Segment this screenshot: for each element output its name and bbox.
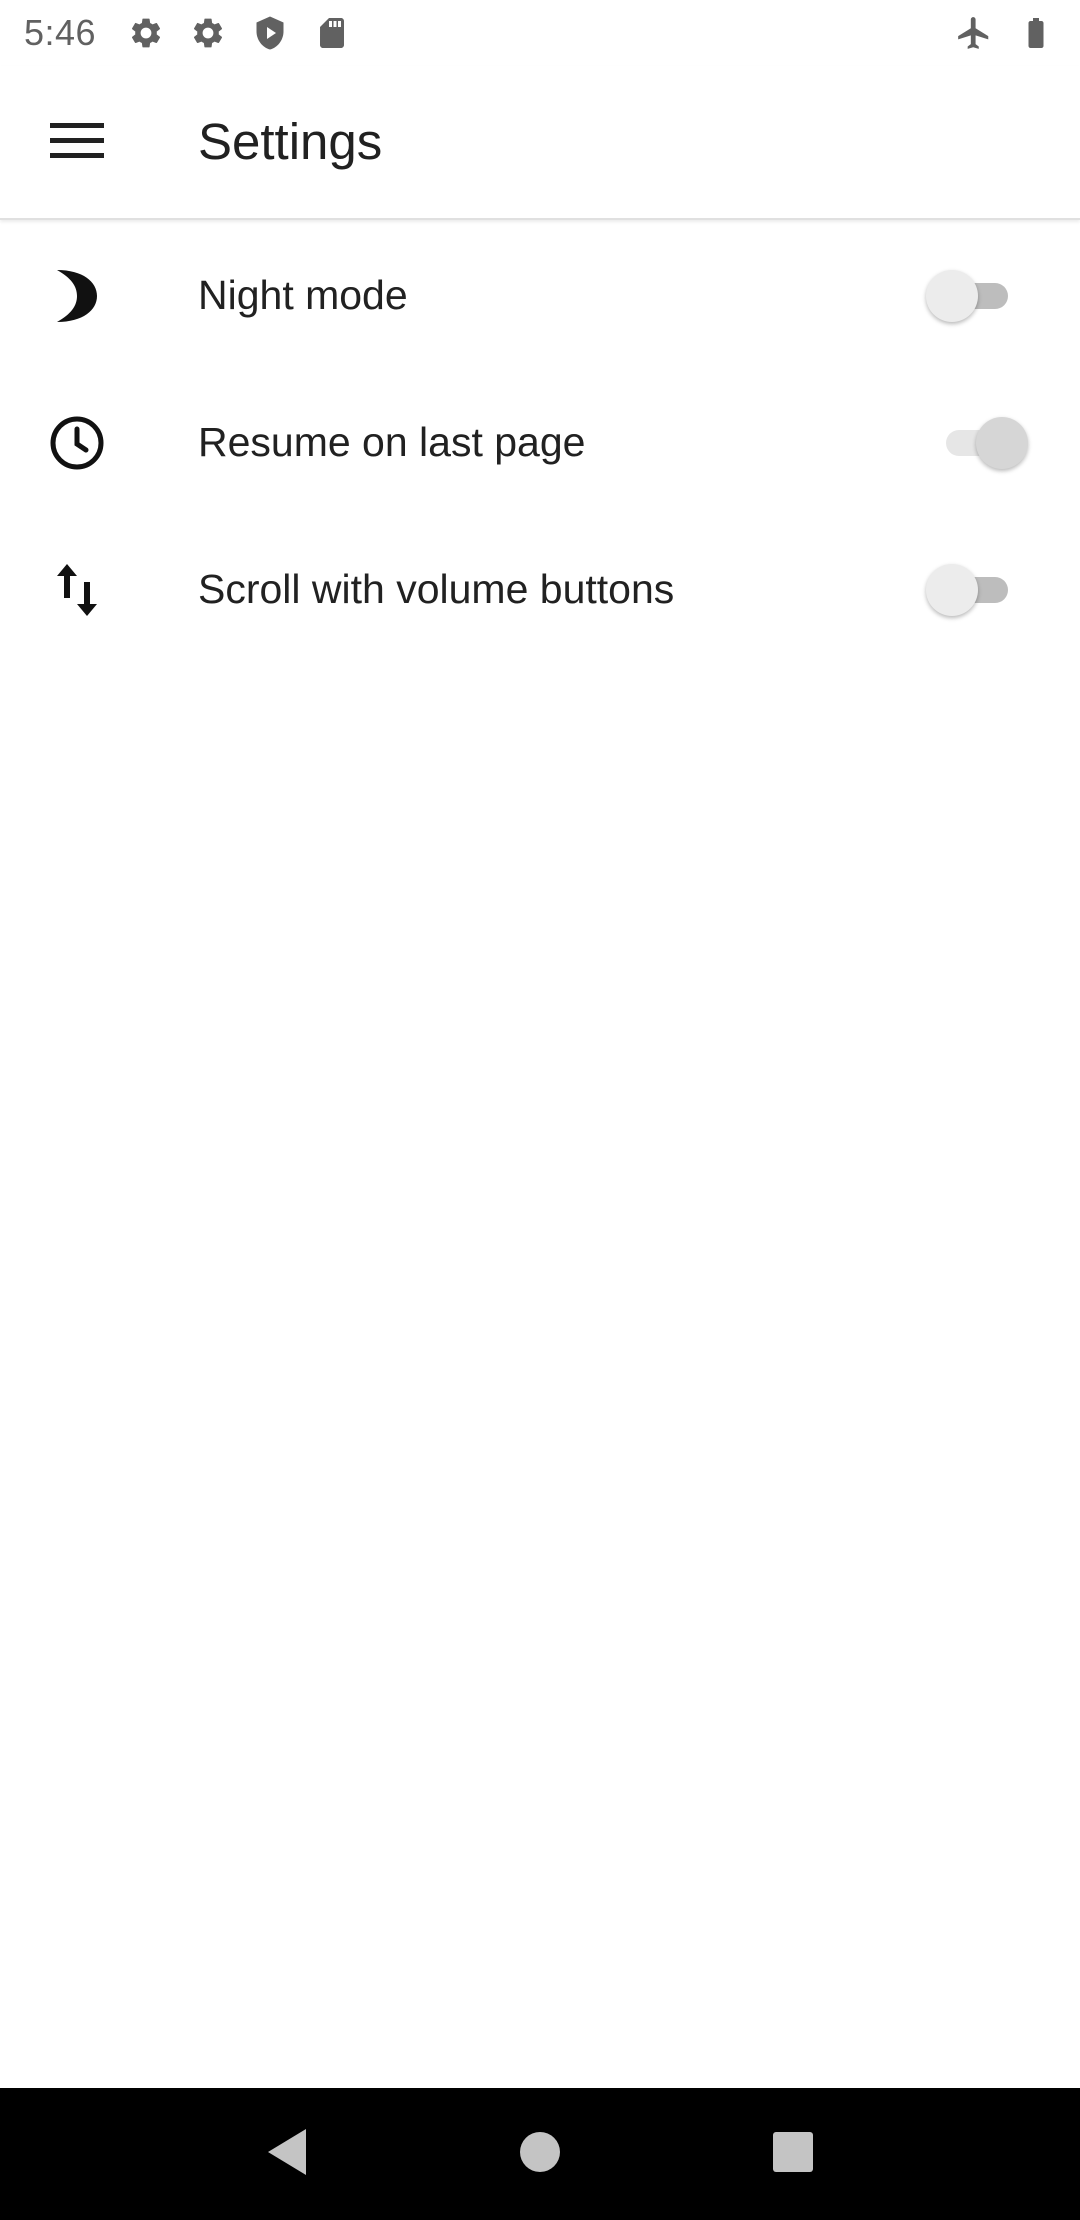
clock-icon [40,406,114,480]
status-bar: 5:46 [0,0,1080,66]
switch-thumb [976,416,1028,469]
settings-icon [188,13,228,53]
airplane-mode-icon [954,13,994,53]
setting-row-resume-last-page[interactable]: Resume on last page [0,369,1080,516]
status-right-icons [932,13,1056,53]
menu-button[interactable] [36,111,118,175]
scroll-volume-switch[interactable] [926,555,1026,625]
switch-thumb [926,563,978,616]
play-protect-icon [250,13,290,53]
setting-row-scroll-volume[interactable]: Scroll with volume buttons [0,516,1080,663]
back-icon [264,2127,310,2182]
setting-row-night-mode[interactable]: Night mode [0,222,1080,369]
sd-card-icon [312,13,352,53]
setting-label: Scroll with volume buttons [198,566,675,612]
settings-screen: 5:46 Settings Night mode Resume on last … [0,0,1080,2220]
switch-thumb [926,269,978,322]
recents-icon [771,2130,815,2179]
app-bar: Settings [0,66,1080,220]
swap-vert-icon [40,553,114,627]
night-mode-icon [40,259,114,333]
settings-icon [126,13,166,53]
resume-last-page-switch[interactable] [926,408,1028,478]
setting-label: Night mode [198,272,408,318]
page-title: Settings [198,113,383,170]
back-button[interactable] [242,2109,332,2199]
home-button[interactable] [495,2109,585,2199]
setting-label: Resume on last page [198,419,586,465]
battery-icon [1016,13,1056,53]
navigation-bar [0,2088,1080,2220]
settings-list: Night mode Resume on last page Scroll wi… [0,222,1080,663]
status-time: 5:46 [24,12,97,53]
menu-icon [50,121,104,166]
home-icon [518,2130,562,2179]
recents-button[interactable] [748,2109,838,2199]
night-mode-switch[interactable] [926,261,1026,331]
